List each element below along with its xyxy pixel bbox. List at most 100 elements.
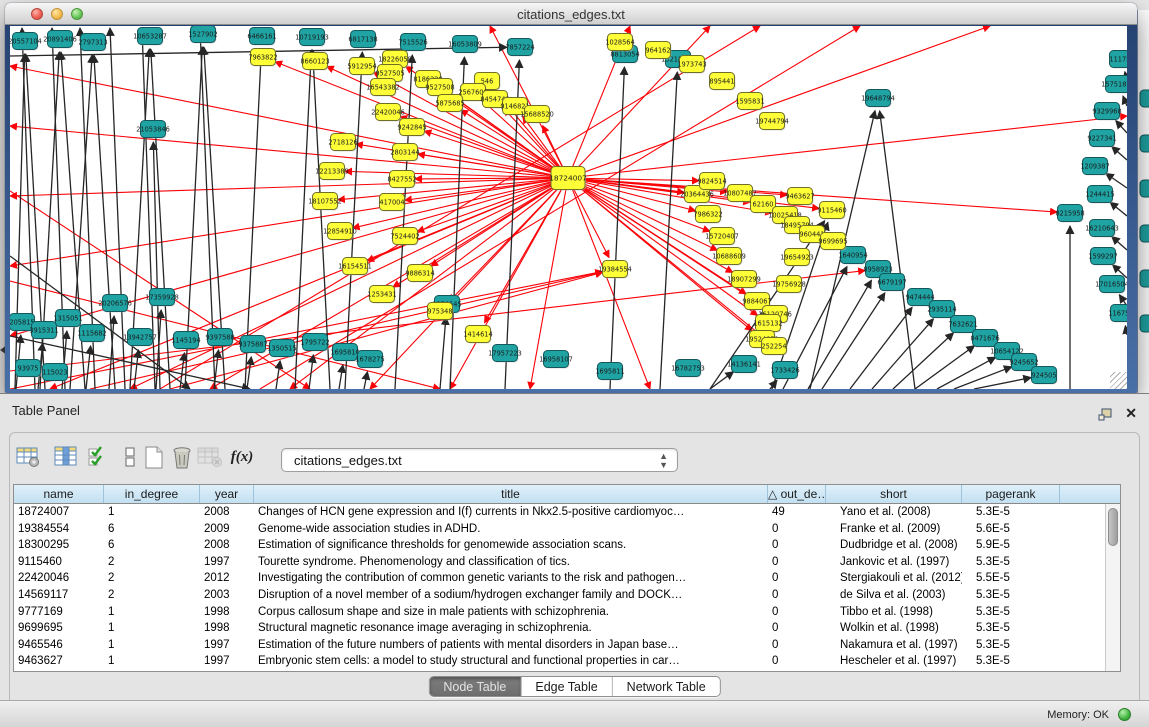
network-node[interactable]: 1315051 bbox=[53, 310, 82, 328]
tab-network-table[interactable]: Network Table bbox=[613, 677, 720, 696]
network-node[interactable]: 1115682 bbox=[77, 325, 106, 343]
network-node[interactable]: 9329968 bbox=[1092, 103, 1121, 121]
network-node[interactable]: 1414614 bbox=[463, 326, 492, 344]
network-node[interactable]: 15720407 bbox=[705, 228, 739, 246]
network-node[interactable]: 9527508 bbox=[425, 79, 454, 97]
function-builder-button[interactable]: f(x) bbox=[228, 449, 256, 475]
network-node[interactable]: 16958107 bbox=[539, 351, 573, 369]
memory-indicator-button[interactable] bbox=[1118, 708, 1131, 721]
network-node[interactable]: 8215958 bbox=[1055, 205, 1084, 223]
network-node[interactable]: 1527902 bbox=[188, 26, 217, 44]
network-node[interactable]: 22420046 bbox=[371, 104, 405, 122]
network-node[interactable]: 1167531 bbox=[1108, 305, 1127, 323]
vertical-scrollbar[interactable] bbox=[1105, 504, 1120, 671]
network-node[interactable]: 93975 bbox=[16, 360, 42, 378]
network-node[interactable]: 6817138 bbox=[348, 31, 377, 49]
network-node[interactable]: 7515526 bbox=[398, 34, 427, 52]
network-node[interactable]: 12854910 bbox=[323, 223, 357, 241]
network-node[interactable]: 17359928 bbox=[145, 289, 179, 307]
column-header-in_degree[interactable]: in_degree bbox=[104, 485, 200, 503]
network-node[interactable]: 20557104 bbox=[10, 33, 42, 51]
network-node[interactable]: 924505 bbox=[1031, 367, 1057, 385]
network-node[interactable]: 9699695 bbox=[818, 233, 847, 251]
network-node[interactable]: 21053846 bbox=[136, 121, 170, 139]
table-row[interactable]: 1456911722003Disruption of a novel membe… bbox=[14, 587, 1120, 604]
column-header-title[interactable]: title bbox=[254, 485, 768, 503]
network-node[interactable]: 6679197 bbox=[877, 274, 906, 292]
column-header-short[interactable]: short bbox=[826, 485, 962, 503]
network-node[interactable]: 6466161 bbox=[247, 28, 276, 46]
table-row[interactable]: 946554611997Estimation of the future num… bbox=[14, 637, 1120, 654]
network-node[interactable]: 10653287 bbox=[133, 28, 167, 46]
network-node[interactable]: 1253431 bbox=[367, 286, 396, 304]
table-row[interactable]: 911546021997Tourette syndrome. Phenomeno… bbox=[14, 554, 1120, 571]
tab-node-table[interactable]: Node Table bbox=[429, 677, 521, 696]
network-node[interactable]: 7857224 bbox=[505, 39, 534, 57]
network-node[interactable]: 1595831 bbox=[735, 93, 764, 111]
table-row[interactable]: 977716911998Corpus callosum shape and si… bbox=[14, 604, 1120, 621]
network-node[interactable]: 9463627 bbox=[785, 188, 814, 206]
network-node[interactable]: 7524402 bbox=[390, 228, 419, 246]
network-node[interactable]: 10688609 bbox=[712, 248, 746, 266]
column-header-pagerank[interactable]: pagerank bbox=[962, 485, 1060, 503]
network-node[interactable]: 2803144 bbox=[390, 144, 419, 162]
network-node[interactable]: 16210643 bbox=[1085, 220, 1119, 238]
network-node[interactable]: 9242845 bbox=[397, 119, 426, 137]
network-node[interactable]: 3915311 bbox=[29, 322, 58, 340]
column-header-name[interactable]: name bbox=[14, 485, 104, 503]
network-node[interactable]: 16154511 bbox=[338, 258, 372, 276]
network-node[interactable]: 1145194 bbox=[171, 332, 200, 350]
network-node[interactable]: 895441 bbox=[709, 73, 735, 91]
tab-edge-table[interactable]: Edge Table bbox=[521, 677, 612, 696]
network-node[interactable]: 18724007 bbox=[549, 167, 587, 191]
network-node[interactable]: 5875685 bbox=[435, 95, 464, 113]
network-node[interactable]: 17957223 bbox=[488, 345, 522, 363]
table-select-dropdown[interactable]: citations_edges.txt ▲▼ bbox=[281, 448, 678, 472]
network-node[interactable]: 7986322 bbox=[693, 206, 722, 224]
network-node[interactable]: 975348 bbox=[427, 303, 453, 321]
scrollbar-thumb[interactable] bbox=[1108, 508, 1118, 546]
network-node[interactable]: 115023 bbox=[42, 364, 68, 382]
network-node[interactable]: 1678275 bbox=[355, 351, 384, 369]
column-header-out_de[interactable]: △ out_de… bbox=[768, 485, 826, 503]
network-node[interactable]: 7963822 bbox=[248, 49, 277, 67]
network-node[interactable]: 9115460 bbox=[817, 202, 846, 220]
network-node[interactable]: 10719193 bbox=[295, 29, 329, 47]
table-row[interactable]: 1830029562008Estimation of significance … bbox=[14, 537, 1120, 554]
network-node[interactable]: 1695811 bbox=[595, 363, 624, 381]
network-node[interactable]: 964162 bbox=[645, 42, 671, 60]
network-window[interactable]: citations_edges.txt 20557104208914062797… bbox=[5, 3, 1137, 393]
network-node[interactable]: 111753 bbox=[1109, 51, 1127, 69]
network-node[interactable]: 15688520 bbox=[520, 106, 554, 124]
delete-table-button[interactable] bbox=[196, 446, 224, 472]
resize-grip[interactable] bbox=[1110, 372, 1127, 389]
float-panel-button[interactable] bbox=[1098, 408, 1113, 426]
delete-column-button[interactable] bbox=[168, 446, 196, 472]
network-node[interactable]: 9375887 bbox=[238, 336, 267, 354]
network-node[interactable]: 1244415 bbox=[1085, 186, 1114, 204]
network-node[interactable]: 9886314 bbox=[405, 265, 434, 283]
network-node[interactable]: 1209387 bbox=[1080, 158, 1109, 176]
network-node[interactable]: 18107552 bbox=[308, 193, 342, 211]
network-node[interactable]: 9397588 bbox=[205, 329, 234, 347]
table-row[interactable]: 969969511998Structural magnetic resonanc… bbox=[14, 620, 1120, 637]
table-settings-button[interactable] bbox=[14, 446, 42, 472]
network-node[interactable]: 1028564 bbox=[605, 34, 634, 52]
network-node[interactable]: 1973743 bbox=[677, 56, 706, 74]
network-node[interactable]: 5912954 bbox=[347, 58, 376, 76]
network-node[interactable]: 19648794 bbox=[861, 90, 895, 108]
network-node[interactable]: 12213389 bbox=[315, 163, 349, 181]
network-node[interactable]: 13942757 bbox=[123, 329, 157, 347]
network-node[interactable]: 17016504 bbox=[1095, 276, 1127, 294]
network-node[interactable]: 417004 bbox=[379, 194, 405, 212]
network-node[interactable]: 1350515 bbox=[267, 340, 296, 358]
create-column-button[interactable] bbox=[140, 446, 168, 472]
network-node[interactable]: 9227341 bbox=[1087, 130, 1116, 148]
network-node[interactable]: 16053809 bbox=[448, 36, 482, 54]
network-node[interactable]: 15751874 bbox=[1101, 76, 1127, 94]
network-node[interactable]: 19654923 bbox=[780, 249, 814, 267]
network-node[interactable]: 19384554 bbox=[598, 261, 632, 279]
network-node[interactable]: 20206576 bbox=[98, 295, 132, 313]
table-row[interactable]: 1938455462009Genome-wide association stu… bbox=[14, 521, 1120, 538]
network-node[interactable]: 8660123 bbox=[300, 53, 329, 71]
